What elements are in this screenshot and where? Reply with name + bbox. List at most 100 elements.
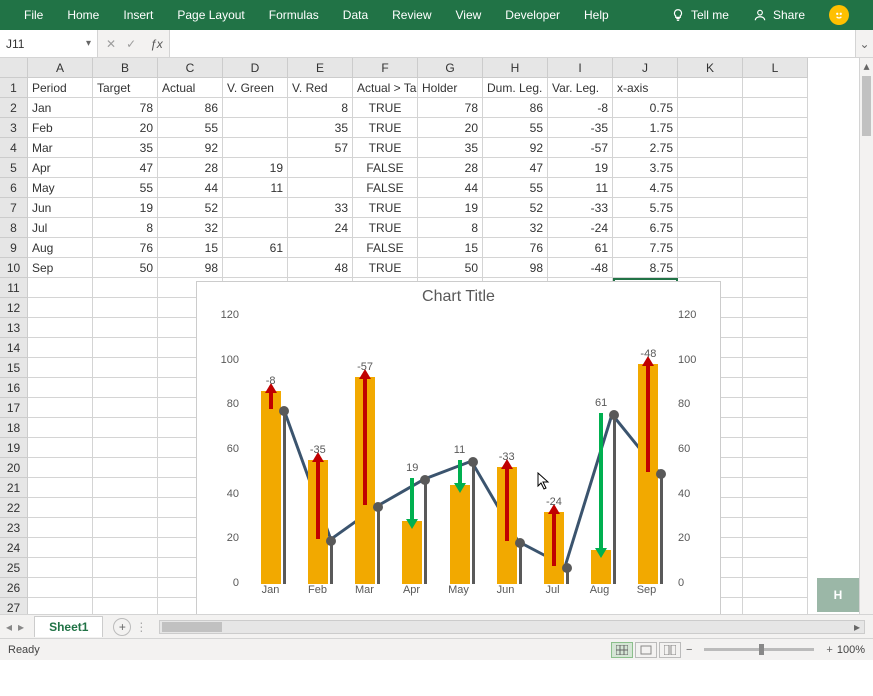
cell-J7[interactable]: 5.75 <box>613 198 678 218</box>
cell-I10[interactable]: -48 <box>548 258 613 278</box>
cell-C3[interactable]: 55 <box>158 118 223 138</box>
cell-B22[interactable] <box>93 498 158 518</box>
cell-F7[interactable]: TRUE <box>353 198 418 218</box>
cell-C8[interactable]: 32 <box>158 218 223 238</box>
cell-K2[interactable] <box>678 98 743 118</box>
row-header-14[interactable]: 14 <box>0 338 28 358</box>
row-header-11[interactable]: 11 <box>0 278 28 298</box>
select-all-corner[interactable] <box>0 58 28 78</box>
cell-K6[interactable] <box>678 178 743 198</box>
view-pagebreak-button[interactable] <box>659 642 681 658</box>
cell-L20[interactable] <box>743 458 808 478</box>
formula-expand-icon[interactable]: ⌄ <box>855 30 873 57</box>
cell-A25[interactable] <box>28 558 93 578</box>
row-header-2[interactable]: 2 <box>0 98 28 118</box>
tell-me[interactable]: Tell me <box>659 0 741 30</box>
cell-D8[interactable] <box>223 218 288 238</box>
cell-E10[interactable]: 48 <box>288 258 353 278</box>
row-header-1[interactable]: 1 <box>0 78 28 98</box>
formula-bar[interactable] <box>169 30 855 57</box>
sheet-nav-prev-icon[interactable]: ◂ <box>6 620 12 634</box>
cell-H9[interactable]: 76 <box>483 238 548 258</box>
feedback-button[interactable] <box>817 0 861 30</box>
cell-L5[interactable] <box>743 158 808 178</box>
cell-B16[interactable] <box>93 378 158 398</box>
cell-B17[interactable] <box>93 398 158 418</box>
cell-B25[interactable] <box>93 558 158 578</box>
zoom-slider-knob[interactable] <box>759 644 764 655</box>
cell-F1[interactable]: Actual > Target <box>353 78 418 98</box>
cell-L7[interactable] <box>743 198 808 218</box>
zoom-slider[interactable] <box>704 648 814 651</box>
cell-I3[interactable]: -35 <box>548 118 613 138</box>
cell-B7[interactable]: 19 <box>93 198 158 218</box>
ribbon-tab-home[interactable]: Home <box>55 0 111 30</box>
row-header-24[interactable]: 24 <box>0 538 28 558</box>
cell-A2[interactable]: Jan <box>28 98 93 118</box>
cell-J9[interactable]: 7.75 <box>613 238 678 258</box>
cell-C9[interactable]: 15 <box>158 238 223 258</box>
sheet-tab-sheet1[interactable]: Sheet1 <box>34 616 103 637</box>
cell-A5[interactable]: Apr <box>28 158 93 178</box>
cell-A26[interactable] <box>28 578 93 598</box>
cell-K9[interactable] <box>678 238 743 258</box>
cell-I1[interactable]: Var. Leg. <box>548 78 613 98</box>
cell-A16[interactable] <box>28 378 93 398</box>
cell-G7[interactable]: 19 <box>418 198 483 218</box>
cell-B12[interactable] <box>93 298 158 318</box>
cell-G9[interactable]: 15 <box>418 238 483 258</box>
cell-C5[interactable]: 28 <box>158 158 223 178</box>
cell-B15[interactable] <box>93 358 158 378</box>
cell-D6[interactable]: 11 <box>223 178 288 198</box>
cell-G3[interactable]: 20 <box>418 118 483 138</box>
cell-L21[interactable] <box>743 478 808 498</box>
cell-L22[interactable] <box>743 498 808 518</box>
cell-I4[interactable]: -57 <box>548 138 613 158</box>
vertical-scrollbar[interactable]: ▴ ▾ <box>859 58 873 660</box>
col-header-B[interactable]: B <box>93 58 158 78</box>
row-header-4[interactable]: 4 <box>0 138 28 158</box>
row-header-13[interactable]: 13 <box>0 318 28 338</box>
cell-L19[interactable] <box>743 438 808 458</box>
cell-H10[interactable]: 98 <box>483 258 548 278</box>
ribbon-tab-view[interactable]: View <box>444 0 494 30</box>
cell-L25[interactable] <box>743 558 808 578</box>
row-header-25[interactable]: 25 <box>0 558 28 578</box>
cell-E6[interactable] <box>288 178 353 198</box>
cell-H7[interactable]: 52 <box>483 198 548 218</box>
cell-J10[interactable]: 8.75 <box>613 258 678 278</box>
cell-B18[interactable] <box>93 418 158 438</box>
cell-I2[interactable]: -8 <box>548 98 613 118</box>
cell-L15[interactable] <box>743 358 808 378</box>
col-header-E[interactable]: E <box>288 58 353 78</box>
cell-A9[interactable]: Aug <box>28 238 93 258</box>
cell-K7[interactable] <box>678 198 743 218</box>
share-button[interactable]: Share <box>741 0 817 30</box>
col-header-C[interactable]: C <box>158 58 223 78</box>
cell-E4[interactable]: 57 <box>288 138 353 158</box>
cell-E3[interactable]: 35 <box>288 118 353 138</box>
col-header-K[interactable]: K <box>678 58 743 78</box>
ribbon-tab-help[interactable]: Help <box>572 0 621 30</box>
cell-J5[interactable]: 3.75 <box>613 158 678 178</box>
zoom-out-button[interactable]: − <box>682 644 696 656</box>
scroll-up-icon[interactable]: ▴ <box>860 58 873 74</box>
cell-E7[interactable]: 33 <box>288 198 353 218</box>
cell-E2[interactable]: 8 <box>288 98 353 118</box>
cell-L10[interactable] <box>743 258 808 278</box>
cell-L6[interactable] <box>743 178 808 198</box>
cell-K5[interactable] <box>678 158 743 178</box>
cell-B21[interactable] <box>93 478 158 498</box>
cell-C7[interactable]: 52 <box>158 198 223 218</box>
cancel-icon[interactable]: ✕ <box>106 37 116 51</box>
cell-F6[interactable]: FALSE <box>353 178 418 198</box>
cell-K4[interactable] <box>678 138 743 158</box>
row-header-7[interactable]: 7 <box>0 198 28 218</box>
cell-B4[interactable]: 35 <box>93 138 158 158</box>
cell-L23[interactable] <box>743 518 808 538</box>
row-header-17[interactable]: 17 <box>0 398 28 418</box>
col-header-J[interactable]: J <box>613 58 678 78</box>
cell-A4[interactable]: Mar <box>28 138 93 158</box>
cell-B13[interactable] <box>93 318 158 338</box>
ribbon-tab-formulas[interactable]: Formulas <box>257 0 331 30</box>
